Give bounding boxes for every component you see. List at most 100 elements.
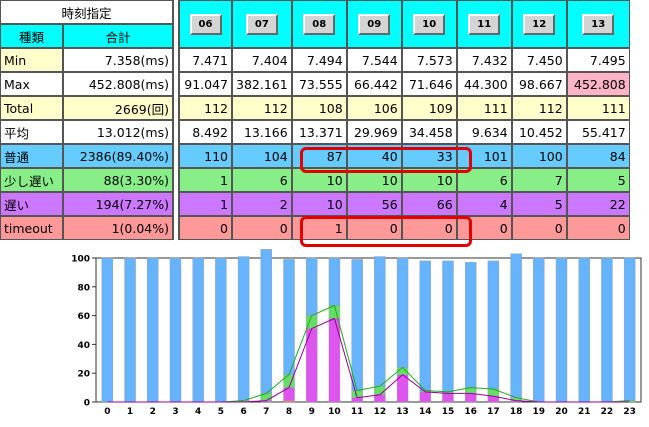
value-cell: 110 — [179, 144, 232, 168]
hour-button[interactable]: 06 — [189, 13, 222, 35]
hour-button[interactable]: 08 — [303, 13, 336, 35]
bar-segment — [487, 260, 500, 390]
x-tick-label: 10 — [328, 407, 341, 417]
hour-header-cell: 13 — [566, 0, 630, 48]
value-cell: 10 — [291, 192, 347, 216]
x-tick-label: 13 — [396, 407, 409, 417]
value-cell: 0 — [179, 216, 232, 240]
total-cell: 2386(89.40%) — [63, 144, 173, 168]
y-tick-label: 80 — [77, 283, 90, 293]
value-cell: 382.161 — [232, 72, 292, 96]
value-cell: 56 — [346, 192, 402, 216]
value-cell: 44.300 — [456, 72, 512, 96]
value-cell: 66 — [401, 192, 457, 216]
bar-segment — [351, 259, 363, 391]
row-label-max: Max — [0, 72, 63, 96]
y-tick-label: 60 — [77, 312, 90, 322]
value-cell: 112 — [511, 96, 567, 120]
bar-segment — [283, 400, 295, 403]
bar-segment — [442, 260, 454, 393]
x-tick-label: 18 — [510, 407, 523, 417]
x-tick-label: 12 — [374, 407, 387, 417]
value-cell: 22 — [566, 192, 630, 216]
value-cell: 13.371 — [291, 120, 347, 144]
bar-segment — [306, 257, 318, 316]
row-label-normal: 普通 — [0, 144, 63, 168]
hour-header-cell: 10 — [401, 0, 457, 48]
hour-header-cell: 09 — [346, 0, 402, 48]
row-label-total: Total — [0, 96, 63, 120]
value-cell: 91.047 — [179, 72, 232, 96]
bar-segment — [260, 249, 273, 394]
value-cell: 0 — [566, 216, 630, 240]
bar-segment — [328, 257, 341, 306]
hour-header-cell: 07 — [232, 0, 292, 48]
x-tick-label: 17 — [487, 407, 500, 417]
value-cell: 66.442 — [346, 72, 402, 96]
value-cell: 34.458 — [401, 120, 457, 144]
value-cell: 4 — [456, 192, 512, 216]
hour-button[interactable]: 07 — [245, 13, 278, 35]
type-column-header: 種類 — [0, 24, 63, 48]
x-tick-label: 23 — [623, 407, 636, 417]
bar-segment — [601, 257, 613, 403]
total-column-header: 合計 — [63, 24, 173, 48]
bar-segment — [374, 385, 386, 396]
x-tick-label: 8 — [286, 407, 292, 417]
value-cell: 0 — [511, 216, 567, 240]
highlight-normal-08-10 — [300, 147, 472, 173]
bar-segment — [533, 257, 545, 403]
x-tick-label: 14 — [419, 407, 432, 417]
total-cell: 452.808(ms) — [63, 72, 173, 96]
hour-button[interactable]: 13 — [582, 13, 615, 35]
hour-button[interactable]: 11 — [468, 13, 501, 35]
row-label-min: Min — [0, 48, 63, 72]
bar-segment — [124, 257, 136, 403]
bar-segment — [419, 391, 431, 403]
bar-segment — [169, 257, 182, 403]
value-cell: 1 — [179, 168, 232, 192]
value-cell: 108 — [291, 96, 347, 120]
bar-segment — [419, 260, 431, 391]
x-tick-label: 5 — [218, 407, 224, 417]
value-cell: 111 — [456, 96, 512, 120]
y-tick-label: 0 — [84, 399, 90, 409]
hour-button[interactable]: 09 — [358, 13, 391, 35]
row-label-timeout: timeout — [0, 216, 63, 240]
x-tick-label: 0 — [104, 407, 110, 417]
total-cell: 194(7.27%) — [63, 192, 173, 216]
total-cell: 1(0.04%) — [63, 216, 173, 240]
hour-button[interactable]: 10 — [413, 13, 446, 35]
bar-segment — [351, 397, 363, 403]
value-cell: 7.404 — [232, 48, 292, 72]
value-cell: 13.166 — [232, 120, 292, 144]
stats-table: 時刻指定 06 07 08 09 10 11 12 13 種類 合計 Min 7… — [0, 0, 630, 240]
hour-button[interactable]: 12 — [523, 13, 556, 35]
value-cell: 112 — [232, 96, 292, 120]
x-tick-label: 1 — [127, 407, 133, 417]
x-tick-label: 2 — [150, 407, 156, 417]
value-cell: 29.969 — [346, 120, 402, 144]
x-tick-label: 4 — [195, 407, 201, 417]
hour-header-cell: 12 — [511, 0, 567, 48]
value-cell: 109 — [401, 96, 457, 120]
value-cell: 111 — [566, 96, 630, 120]
total-cell: 2669(回) — [63, 96, 173, 120]
x-tick-label: 3 — [172, 407, 178, 417]
value-cell: 7 — [511, 168, 567, 192]
x-tick-label: 11 — [351, 407, 364, 417]
bar-segment — [555, 257, 568, 403]
hour-header-cell: 11 — [456, 0, 512, 48]
x-tick-label: 22 — [601, 407, 614, 417]
bar-segment — [283, 259, 295, 375]
value-cell: 8.492 — [179, 120, 232, 144]
bar-segment — [147, 257, 159, 403]
value-cell: 55.417 — [566, 120, 630, 144]
total-cell: 88(3.30%) — [63, 168, 173, 192]
bar-segment — [374, 256, 386, 387]
time-spec-header: 時刻指定 — [0, 0, 173, 24]
value-cell: 5 — [511, 192, 567, 216]
value-cell: 84 — [566, 144, 630, 168]
bar-segment — [578, 257, 590, 403]
value-cell: 104 — [232, 144, 292, 168]
